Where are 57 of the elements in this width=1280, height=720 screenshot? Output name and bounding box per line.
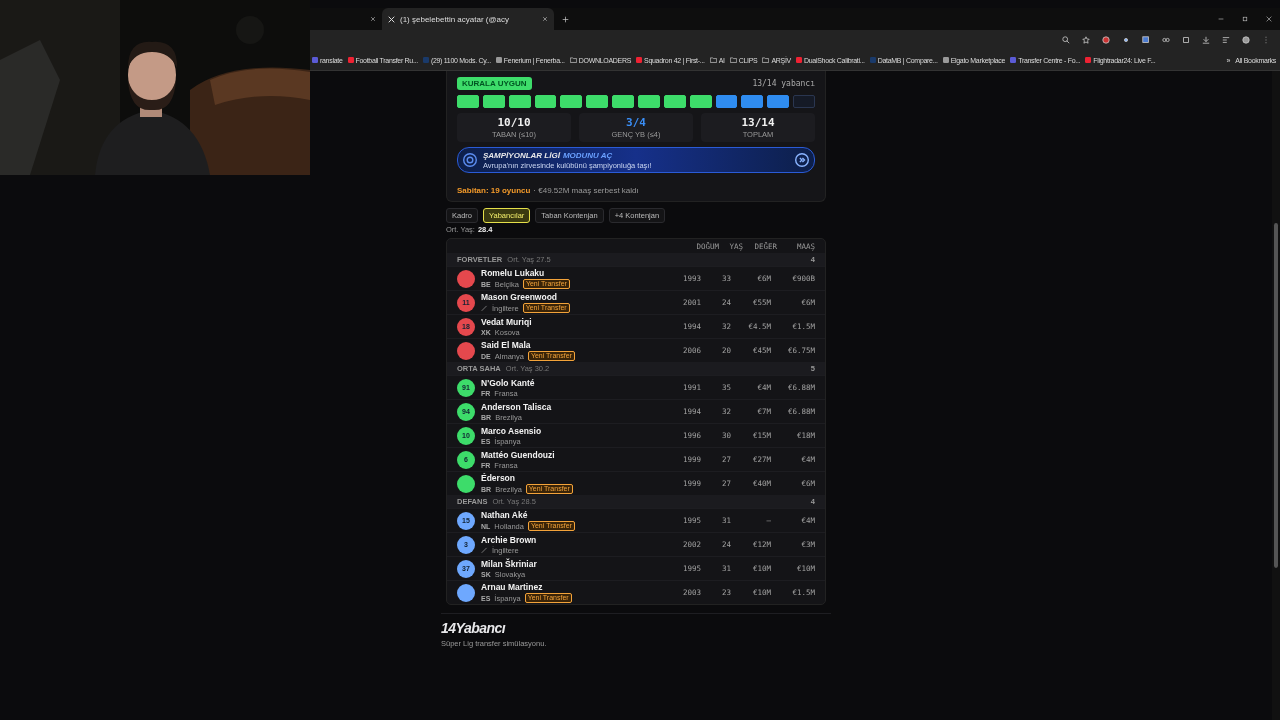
player-name: Milan Škriniar xyxy=(481,558,538,569)
player-name: Anderson Talisca xyxy=(481,401,553,412)
extension-icon[interactable] xyxy=(1162,36,1170,44)
download-icon[interactable] xyxy=(1202,36,1210,44)
favicon-icon xyxy=(1085,57,1092,63)
banner-title-highlight: MODUNU AÇ xyxy=(562,150,613,160)
close-icon[interactable] xyxy=(1266,16,1272,22)
player-name: Romelu Lukaku xyxy=(481,268,546,278)
foreign-count: 13/14 yabancı xyxy=(752,79,815,88)
player-name: Marco Asensio xyxy=(481,425,543,436)
player-name: Vedat Muriqi xyxy=(481,316,533,327)
folder-icon xyxy=(729,57,737,63)
player-name: Arnau Martinez xyxy=(481,582,544,592)
extension-icon[interactable] xyxy=(1102,36,1110,44)
favicon-icon xyxy=(495,57,502,63)
player-name: Éderson xyxy=(481,473,516,483)
salary-note: · €49.52M maaş serbest kaldı xyxy=(533,186,639,195)
stat-value: 3/4 xyxy=(626,116,646,129)
scrollbar[interactable] xyxy=(1272,71,1280,720)
player-name: Archie Brown xyxy=(481,534,538,545)
favicon-icon xyxy=(942,57,949,63)
player-name: N'Golo Kanté xyxy=(481,377,536,388)
favicon-icon xyxy=(1010,57,1017,63)
extension-icon[interactable] xyxy=(1122,36,1130,44)
status-badge: KURALA UYGUN xyxy=(457,77,532,90)
close-icon[interactable] xyxy=(370,16,376,22)
stat-value: 13/14 xyxy=(741,116,775,129)
player-name: Mattéo Guendouzi xyxy=(481,449,556,460)
zoom-icon[interactable] xyxy=(1062,36,1070,44)
profile-icon[interactable] xyxy=(1242,36,1250,44)
folder-icon xyxy=(762,57,770,63)
folder-icon xyxy=(709,57,717,63)
folder-icon xyxy=(569,57,577,63)
favicon-icon xyxy=(796,57,802,63)
x-logo-icon xyxy=(388,15,395,23)
player-name: Nathan Aké xyxy=(481,510,529,520)
flag-icon xyxy=(481,305,488,311)
fixed-players-note: Sabitan: 19 oyuncu xyxy=(457,186,531,195)
brand-logo: 14Yabancı xyxy=(441,620,507,636)
favicon-icon xyxy=(422,57,429,63)
favicon-icon xyxy=(347,57,354,63)
player-name: Mason Greenwood xyxy=(481,292,559,302)
favicon-icon xyxy=(869,57,876,63)
favicon-icon xyxy=(636,57,643,63)
banner-title: ŞAMPİYONLAR LİGİ xyxy=(483,150,560,160)
restore-icon[interactable] xyxy=(1242,16,1248,22)
player-name: Said El Mala xyxy=(481,340,532,350)
favicon-icon xyxy=(312,57,318,63)
browser-tab[interactable]: (1) şebelebettin acyatar (@acy xyxy=(382,8,554,30)
stat-value: 10/10 xyxy=(497,116,531,129)
extension-icon[interactable] xyxy=(1142,36,1150,44)
forward-icon xyxy=(795,153,809,167)
target-icon xyxy=(463,153,477,167)
new-tab-icon[interactable] xyxy=(562,15,569,23)
close-icon[interactable] xyxy=(542,16,548,22)
flag-icon xyxy=(481,547,488,553)
star-icon[interactable] xyxy=(1082,36,1090,44)
